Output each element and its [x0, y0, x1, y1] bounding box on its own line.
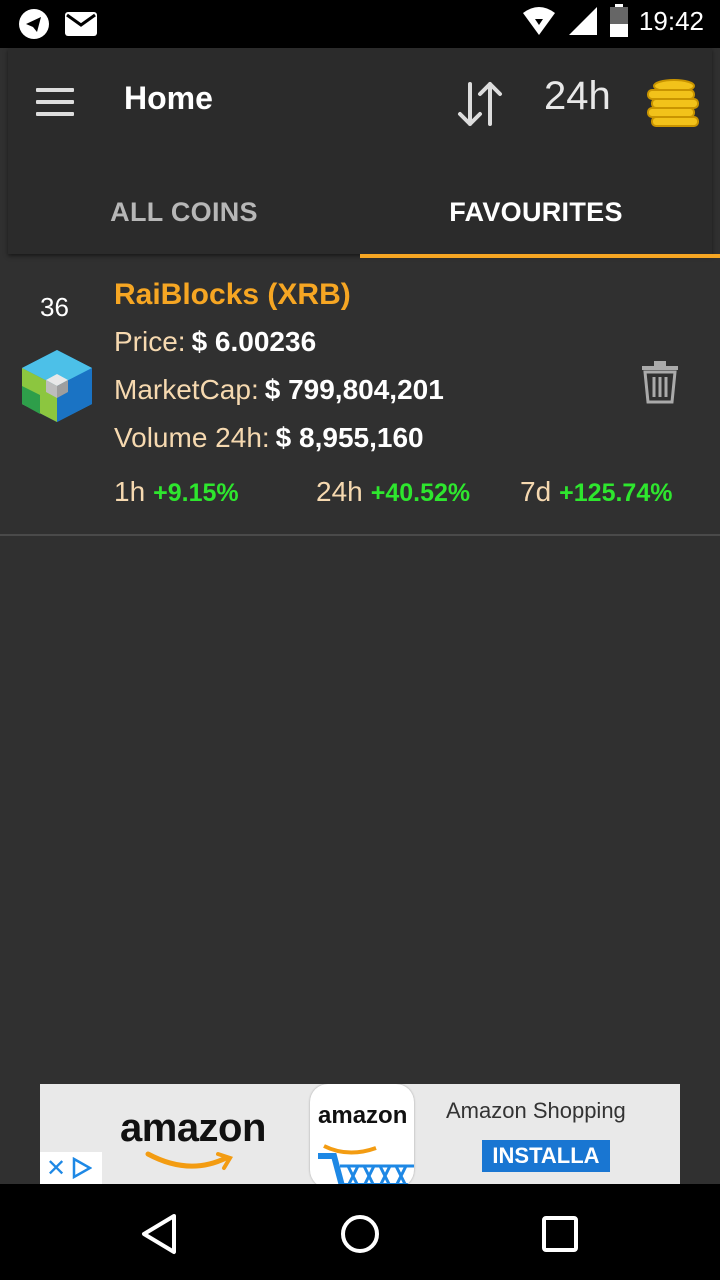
home-icon[interactable] [338, 1212, 382, 1256]
app-bar: Home 24h ALL COINS FAVOURITES [8, 48, 720, 258]
signal-icon [568, 7, 597, 35]
ad-title: Amazon Shopping [446, 1098, 626, 1123]
change-24h-value: +40.52% [370, 479, 471, 507]
change-24h-label: 24h [316, 476, 363, 507]
ad-choices[interactable]: ✕ [40, 1152, 102, 1184]
change-24h: 24h +40.52% [316, 476, 470, 508]
change-7d-label: 7d [520, 476, 552, 507]
tab-favourites[interactable]: FAVOURITES [360, 170, 712, 254]
period-selector[interactable]: 24h [544, 74, 611, 119]
market-cap-line: MarketCap: $ 799,804,201 [114, 374, 444, 406]
ad-app-icon: amazon [310, 1084, 414, 1184]
page-title: Home [124, 80, 213, 116]
raiblocks-logo-icon [22, 350, 92, 422]
ad-app-name: amazon [318, 1102, 408, 1129]
volume-line: Volume 24h: $ 8,955,160 [114, 422, 424, 454]
tab-bar: ALL COINS FAVOURITES [8, 170, 720, 258]
ad-choices-icon[interactable] [70, 1157, 93, 1179]
cart-icon [318, 1144, 414, 1184]
back-icon[interactable] [138, 1212, 182, 1256]
status-time: 19:42 [638, 5, 704, 36]
market-cap-label: MarketCap: [114, 374, 259, 405]
coin-name: RaiBlocks (XRB) [114, 278, 351, 311]
volume-label: Volume 24h: [114, 422, 270, 453]
change-1h: 1h +9.15% [114, 476, 239, 508]
volume-value: $ 8,955,160 [275, 422, 424, 453]
trash-icon[interactable] [640, 360, 680, 404]
tab-all-coins[interactable]: ALL COINS [8, 170, 360, 254]
menu-icon[interactable] [36, 88, 76, 118]
change-1h-value: +9.15% [153, 479, 239, 507]
change-7d-value: +125.74% [559, 479, 673, 507]
install-button[interactable]: INSTALLA [482, 1140, 610, 1172]
telegram-icon [19, 9, 49, 39]
nav-bar [0, 1184, 720, 1280]
coins-icon[interactable] [644, 78, 700, 130]
sort-icon[interactable] [452, 78, 508, 130]
change-7d: 7d +125.74% [520, 476, 672, 508]
coin-rank: 36 [40, 292, 69, 322]
close-icon[interactable]: ✕ [46, 1154, 66, 1183]
wifi-icon [522, 7, 555, 35]
price-line: Price: $ 6.00236 [114, 326, 316, 358]
status-bar: 19:42 [0, 0, 720, 48]
price-value: $ 6.00236 [191, 326, 317, 357]
mail-icon [65, 12, 97, 36]
market-cap-value: $ 799,804,201 [264, 374, 444, 405]
tab-indicator [360, 254, 720, 258]
price-label: Price: [114, 326, 186, 357]
amazon-smile-icon [145, 1151, 233, 1170]
change-1h-label: 1h [114, 476, 146, 507]
recent-apps-icon[interactable] [538, 1212, 582, 1256]
ad-brand-logo: amazon [120, 1106, 266, 1150]
battery-icon [609, 4, 628, 37]
list-item[interactable]: 36 RaiBlocks (XRB) Price: $ 6.00236 Marke… [0, 262, 720, 536]
ad-banner[interactable]: amazon amazon Amazon Shopping INSTALLA ✕ [40, 1084, 680, 1184]
